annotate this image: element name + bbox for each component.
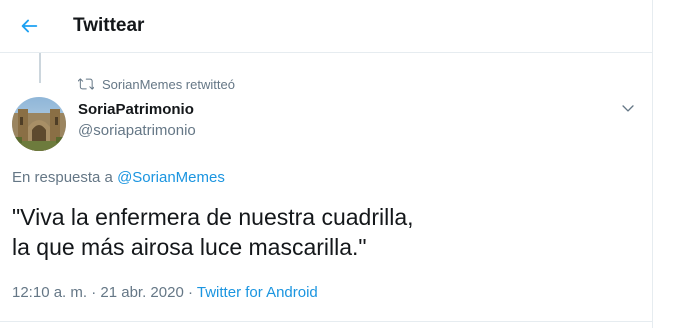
divider: [0, 321, 652, 322]
reply-prefix: En respuesta a: [12, 169, 113, 186]
tweet-source-link[interactable]: Twitter for Android: [197, 284, 318, 301]
author-handle[interactable]: @soriapatrimonio: [78, 122, 196, 140]
reply-mention-link[interactable]: @SorianMemes: [117, 169, 225, 186]
retweet-icon: [78, 76, 94, 92]
retweet-notice-text: SorianMemes retwitteó: [102, 76, 235, 92]
avatar-image: [12, 97, 66, 151]
tweet-text-line: la que más airosa luce mascarilla.": [12, 234, 367, 260]
page-header: Twittear: [0, 0, 652, 53]
back-button[interactable]: [10, 7, 48, 45]
meta-separator: ·: [91, 284, 97, 301]
back-arrow-icon: [21, 19, 38, 33]
author-name[interactable]: SoriaPatrimonio: [78, 101, 194, 119]
tweet-text: "Viva la enfermera de nuestra cuadrilla,…: [12, 202, 632, 262]
tweet-metadata: 12:10 a. m. · 21 abr. 2020 · Twitter for…: [12, 284, 318, 302]
meta-separator: ·: [187, 284, 193, 301]
avatar[interactable]: [12, 97, 66, 151]
tweet-date[interactable]: 21 abr. 2020: [100, 284, 183, 301]
timeline-column: Twittear SorianMemes retwitteó SoriaPatr…: [0, 0, 653, 328]
chevron-down-icon: [622, 105, 634, 112]
tweet-time[interactable]: 12:10 a. m.: [12, 284, 87, 301]
page-title: Twittear: [73, 15, 145, 36]
tweet-menu-button[interactable]: [617, 97, 639, 119]
tweet-text-line: "Viva la enfermera de nuestra cuadrilla,: [12, 204, 414, 230]
thread-connector-line: [39, 53, 41, 83]
reply-context: En respuesta a @SorianMemes: [12, 169, 225, 187]
retweet-notice[interactable]: SorianMemes retwitteó: [78, 76, 235, 92]
